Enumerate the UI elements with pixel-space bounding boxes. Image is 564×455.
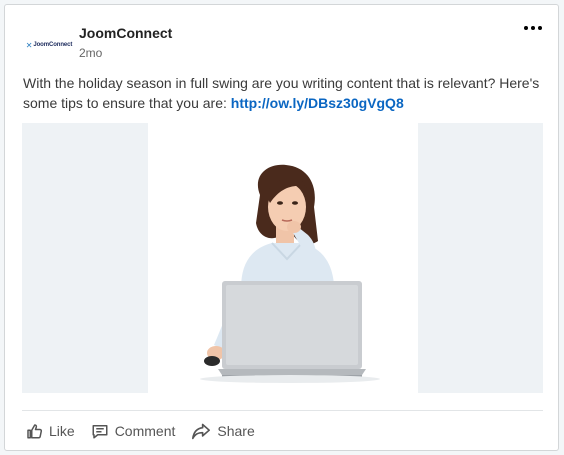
- post-card: ✕ JoomConnect JoomConnect 2mo With the h…: [4, 4, 559, 451]
- woman-laptop-photo: [148, 123, 418, 393]
- like-label: Like: [49, 423, 75, 439]
- post-image[interactable]: [22, 123, 543, 393]
- share-arrow-icon: [192, 423, 211, 440]
- post-timestamp: 2mo: [79, 46, 103, 60]
- logo-wordmark: ✕ JoomConnect: [26, 41, 73, 50]
- more-options-icon[interactable]: [520, 19, 546, 37]
- post-header: ✕ JoomConnect JoomConnect 2mo: [5, 5, 558, 71]
- share-button[interactable]: Share: [189, 420, 256, 442]
- thumbs-up-icon: [27, 424, 43, 439]
- woman-laptop-illustration: [200, 164, 380, 383]
- post-actions: Like Comment Share: [23, 417, 257, 445]
- like-button[interactable]: Like: [23, 420, 77, 442]
- post-text: With the holiday season in full swing ar…: [23, 73, 543, 113]
- comment-label: Comment: [114, 423, 176, 439]
- comment-icon: [92, 425, 108, 439]
- logo-text: JoomConnect: [33, 42, 73, 48]
- actions-divider: [22, 410, 543, 411]
- comment-button[interactable]: Comment: [89, 420, 178, 442]
- author-logo[interactable]: ✕ JoomConnect: [26, 27, 73, 63]
- logo-mark-icon: ✕: [25, 40, 33, 50]
- post-link[interactable]: http://ow.ly/DBsz30gVgQ8: [231, 95, 404, 111]
- author-name[interactable]: JoomConnect: [79, 25, 172, 41]
- share-label: Share: [217, 423, 255, 439]
